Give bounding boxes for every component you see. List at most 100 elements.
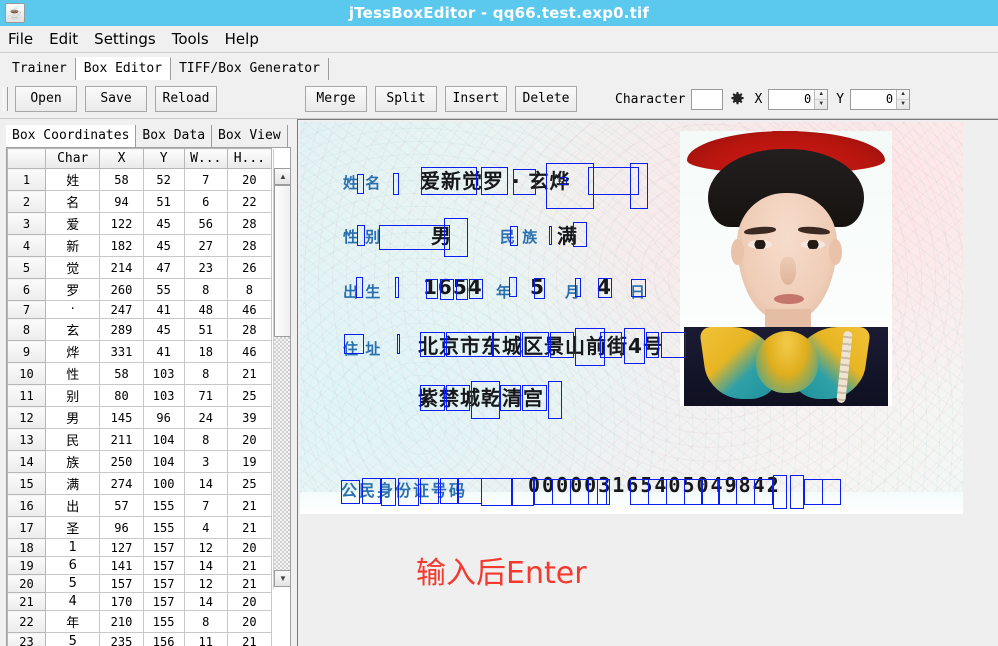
cell-char[interactable]: 男 bbox=[44, 406, 101, 429]
merge-button[interactable]: Merge bbox=[305, 86, 367, 112]
y-spinner-up-icon[interactable]: ▲ bbox=[897, 90, 910, 100]
cell-h[interactable]: 21 bbox=[226, 494, 273, 517]
cell-x[interactable]: 211 bbox=[99, 428, 144, 451]
scroll-up-icon[interactable]: ▲ bbox=[274, 168, 290, 185]
cell-h[interactable]: 28 bbox=[226, 212, 273, 235]
table-row[interactable]: 21 4 170 157 14 20 bbox=[7, 592, 273, 611]
cell-y[interactable]: 41 bbox=[142, 300, 185, 319]
cell-h[interactable]: 22 bbox=[226, 190, 273, 213]
id-card-image[interactable]: 姓 名 爱新觉罗 · 玄烨 性 别 男 民 族 满 出 生 1654 年 5 月… bbox=[300, 122, 963, 514]
table-row[interactable]: 23 5 235 156 11 21 bbox=[7, 632, 273, 646]
cell-h[interactable]: 21 bbox=[226, 516, 273, 539]
cell-char[interactable]: 烨 bbox=[44, 340, 101, 363]
cell-y[interactable]: 51 bbox=[142, 190, 185, 213]
scrollbar-track[interactable] bbox=[274, 337, 290, 570]
column-header-h[interactable]: H... bbox=[226, 148, 273, 169]
gear-icon[interactable] bbox=[726, 88, 748, 110]
split-button[interactable]: Split bbox=[375, 86, 437, 112]
cell-char[interactable]: 1 bbox=[44, 538, 101, 557]
cell-w[interactable]: 24 bbox=[183, 406, 228, 429]
cell-char[interactable]: 年 bbox=[44, 610, 101, 633]
cell-y[interactable]: 157 bbox=[142, 574, 185, 593]
cell-w[interactable]: 14 bbox=[183, 592, 228, 611]
cell-x[interactable]: 214 bbox=[99, 256, 144, 279]
table-row[interactable]: 5 觉 214 47 23 26 bbox=[7, 256, 273, 279]
cell-char[interactable]: 5 bbox=[44, 574, 101, 593]
scrollbar-thumb[interactable] bbox=[274, 185, 290, 337]
cell-w[interactable]: 14 bbox=[183, 472, 228, 495]
cell-x[interactable]: 58 bbox=[99, 362, 144, 385]
x-spinner-down-icon[interactable]: ▼ bbox=[815, 100, 827, 109]
tab-box-coordinates[interactable]: Box Coordinates bbox=[6, 125, 137, 147]
cell-char[interactable]: 觉 bbox=[44, 256, 101, 279]
scroll-down-icon[interactable]: ▼ bbox=[274, 570, 290, 587]
x-spinner[interactable]: 0 ▲ ▼ bbox=[768, 88, 829, 110]
cell-char[interactable]: 别 bbox=[44, 384, 101, 407]
table-row[interactable]: 20 5 157 157 12 21 bbox=[7, 574, 273, 593]
table-row[interactable]: 4 新 182 45 27 28 bbox=[7, 234, 273, 257]
column-header-x[interactable]: X bbox=[99, 148, 144, 169]
cell-h[interactable]: 26 bbox=[226, 256, 273, 279]
cell-h[interactable]: 20 bbox=[226, 592, 273, 611]
cell-x[interactable]: 58 bbox=[99, 168, 144, 191]
column-header-index[interactable] bbox=[7, 148, 46, 169]
cell-char[interactable]: 5 bbox=[44, 632, 101, 646]
cell-w[interactable]: 3 bbox=[183, 450, 228, 473]
cell-x[interactable]: 289 bbox=[99, 318, 144, 341]
cell-y[interactable]: 45 bbox=[142, 234, 185, 257]
cell-x[interactable]: 235 bbox=[99, 632, 144, 646]
delete-button[interactable]: Delete bbox=[515, 86, 577, 112]
tab-trainer[interactable]: Trainer bbox=[4, 58, 76, 80]
cell-h[interactable]: 21 bbox=[226, 574, 273, 593]
cell-w[interactable]: 8 bbox=[183, 278, 228, 301]
cell-h[interactable]: 28 bbox=[226, 318, 273, 341]
y-spinner[interactable]: 0 ▲ ▼ bbox=[850, 88, 911, 110]
table-row[interactable]: 22 年 210 155 8 20 bbox=[7, 610, 273, 633]
cell-h[interactable]: 20 bbox=[226, 610, 273, 633]
cell-char[interactable]: 姓 bbox=[44, 168, 101, 191]
table-row[interactable]: 7 · 247 41 48 46 bbox=[7, 300, 273, 319]
table-row[interactable]: 3 爱 122 45 56 28 bbox=[7, 212, 273, 235]
cell-y[interactable]: 52 bbox=[142, 168, 185, 191]
cell-w[interactable]: 6 bbox=[183, 190, 228, 213]
table-row[interactable]: 12 男 145 96 24 39 bbox=[7, 406, 273, 429]
tab-box-editor[interactable]: Box Editor bbox=[75, 57, 172, 80]
cell-x[interactable]: 145 bbox=[99, 406, 144, 429]
table-vertical-scrollbar[interactable]: ▲ ▼ bbox=[273, 149, 290, 589]
menu-edit[interactable]: Edit bbox=[41, 27, 86, 51]
cell-h[interactable]: 20 bbox=[226, 168, 273, 191]
tab-box-view[interactable]: Box View bbox=[212, 125, 288, 147]
cell-w[interactable]: 23 bbox=[183, 256, 228, 279]
cell-h[interactable]: 20 bbox=[226, 538, 273, 557]
column-header-y[interactable]: Y bbox=[142, 148, 185, 169]
table-row[interactable]: 15 满 274 100 14 25 bbox=[7, 472, 273, 495]
table-row[interactable]: 14 族 250 104 3 19 bbox=[7, 450, 273, 473]
x-spinner-up-icon[interactable]: ▲ bbox=[815, 90, 828, 100]
table-row[interactable]: 18 1 127 157 12 20 bbox=[7, 538, 273, 557]
cell-char[interactable]: 圣 bbox=[44, 516, 101, 539]
cell-x[interactable]: 331 bbox=[99, 340, 144, 363]
cell-y[interactable]: 55 bbox=[142, 278, 185, 301]
cell-char[interactable]: · bbox=[44, 300, 101, 319]
menu-tools[interactable]: Tools bbox=[164, 27, 217, 51]
table-row[interactable]: 11 别 80 103 71 25 bbox=[7, 384, 273, 407]
cell-char[interactable]: 新 bbox=[44, 234, 101, 257]
cell-y[interactable]: 45 bbox=[142, 212, 185, 235]
cell-x[interactable]: 96 bbox=[99, 516, 144, 539]
open-button[interactable]: Open bbox=[15, 86, 77, 112]
cell-w[interactable]: 51 bbox=[183, 318, 228, 341]
image-view-panel[interactable]: 姓 名 爱新觉罗 · 玄烨 性 别 男 民 族 满 出 生 1654 年 5 月… bbox=[297, 119, 998, 646]
cell-y[interactable]: 41 bbox=[142, 340, 185, 363]
character-input[interactable] bbox=[691, 88, 724, 110]
cell-w[interactable]: 14 bbox=[183, 556, 228, 575]
cell-x[interactable]: 157 bbox=[99, 574, 144, 593]
insert-button[interactable]: Insert bbox=[445, 86, 507, 112]
cell-y[interactable]: 103 bbox=[142, 362, 185, 385]
table-row[interactable]: 10 性 58 103 8 21 bbox=[7, 362, 273, 385]
cell-char[interactable]: 玄 bbox=[44, 318, 101, 341]
cell-h[interactable]: 8 bbox=[226, 278, 273, 301]
column-header-w[interactable]: W... bbox=[183, 148, 228, 169]
cell-char[interactable]: 出 bbox=[44, 494, 101, 517]
cell-char[interactable]: 族 bbox=[44, 450, 101, 473]
cell-x[interactable]: 170 bbox=[99, 592, 144, 611]
